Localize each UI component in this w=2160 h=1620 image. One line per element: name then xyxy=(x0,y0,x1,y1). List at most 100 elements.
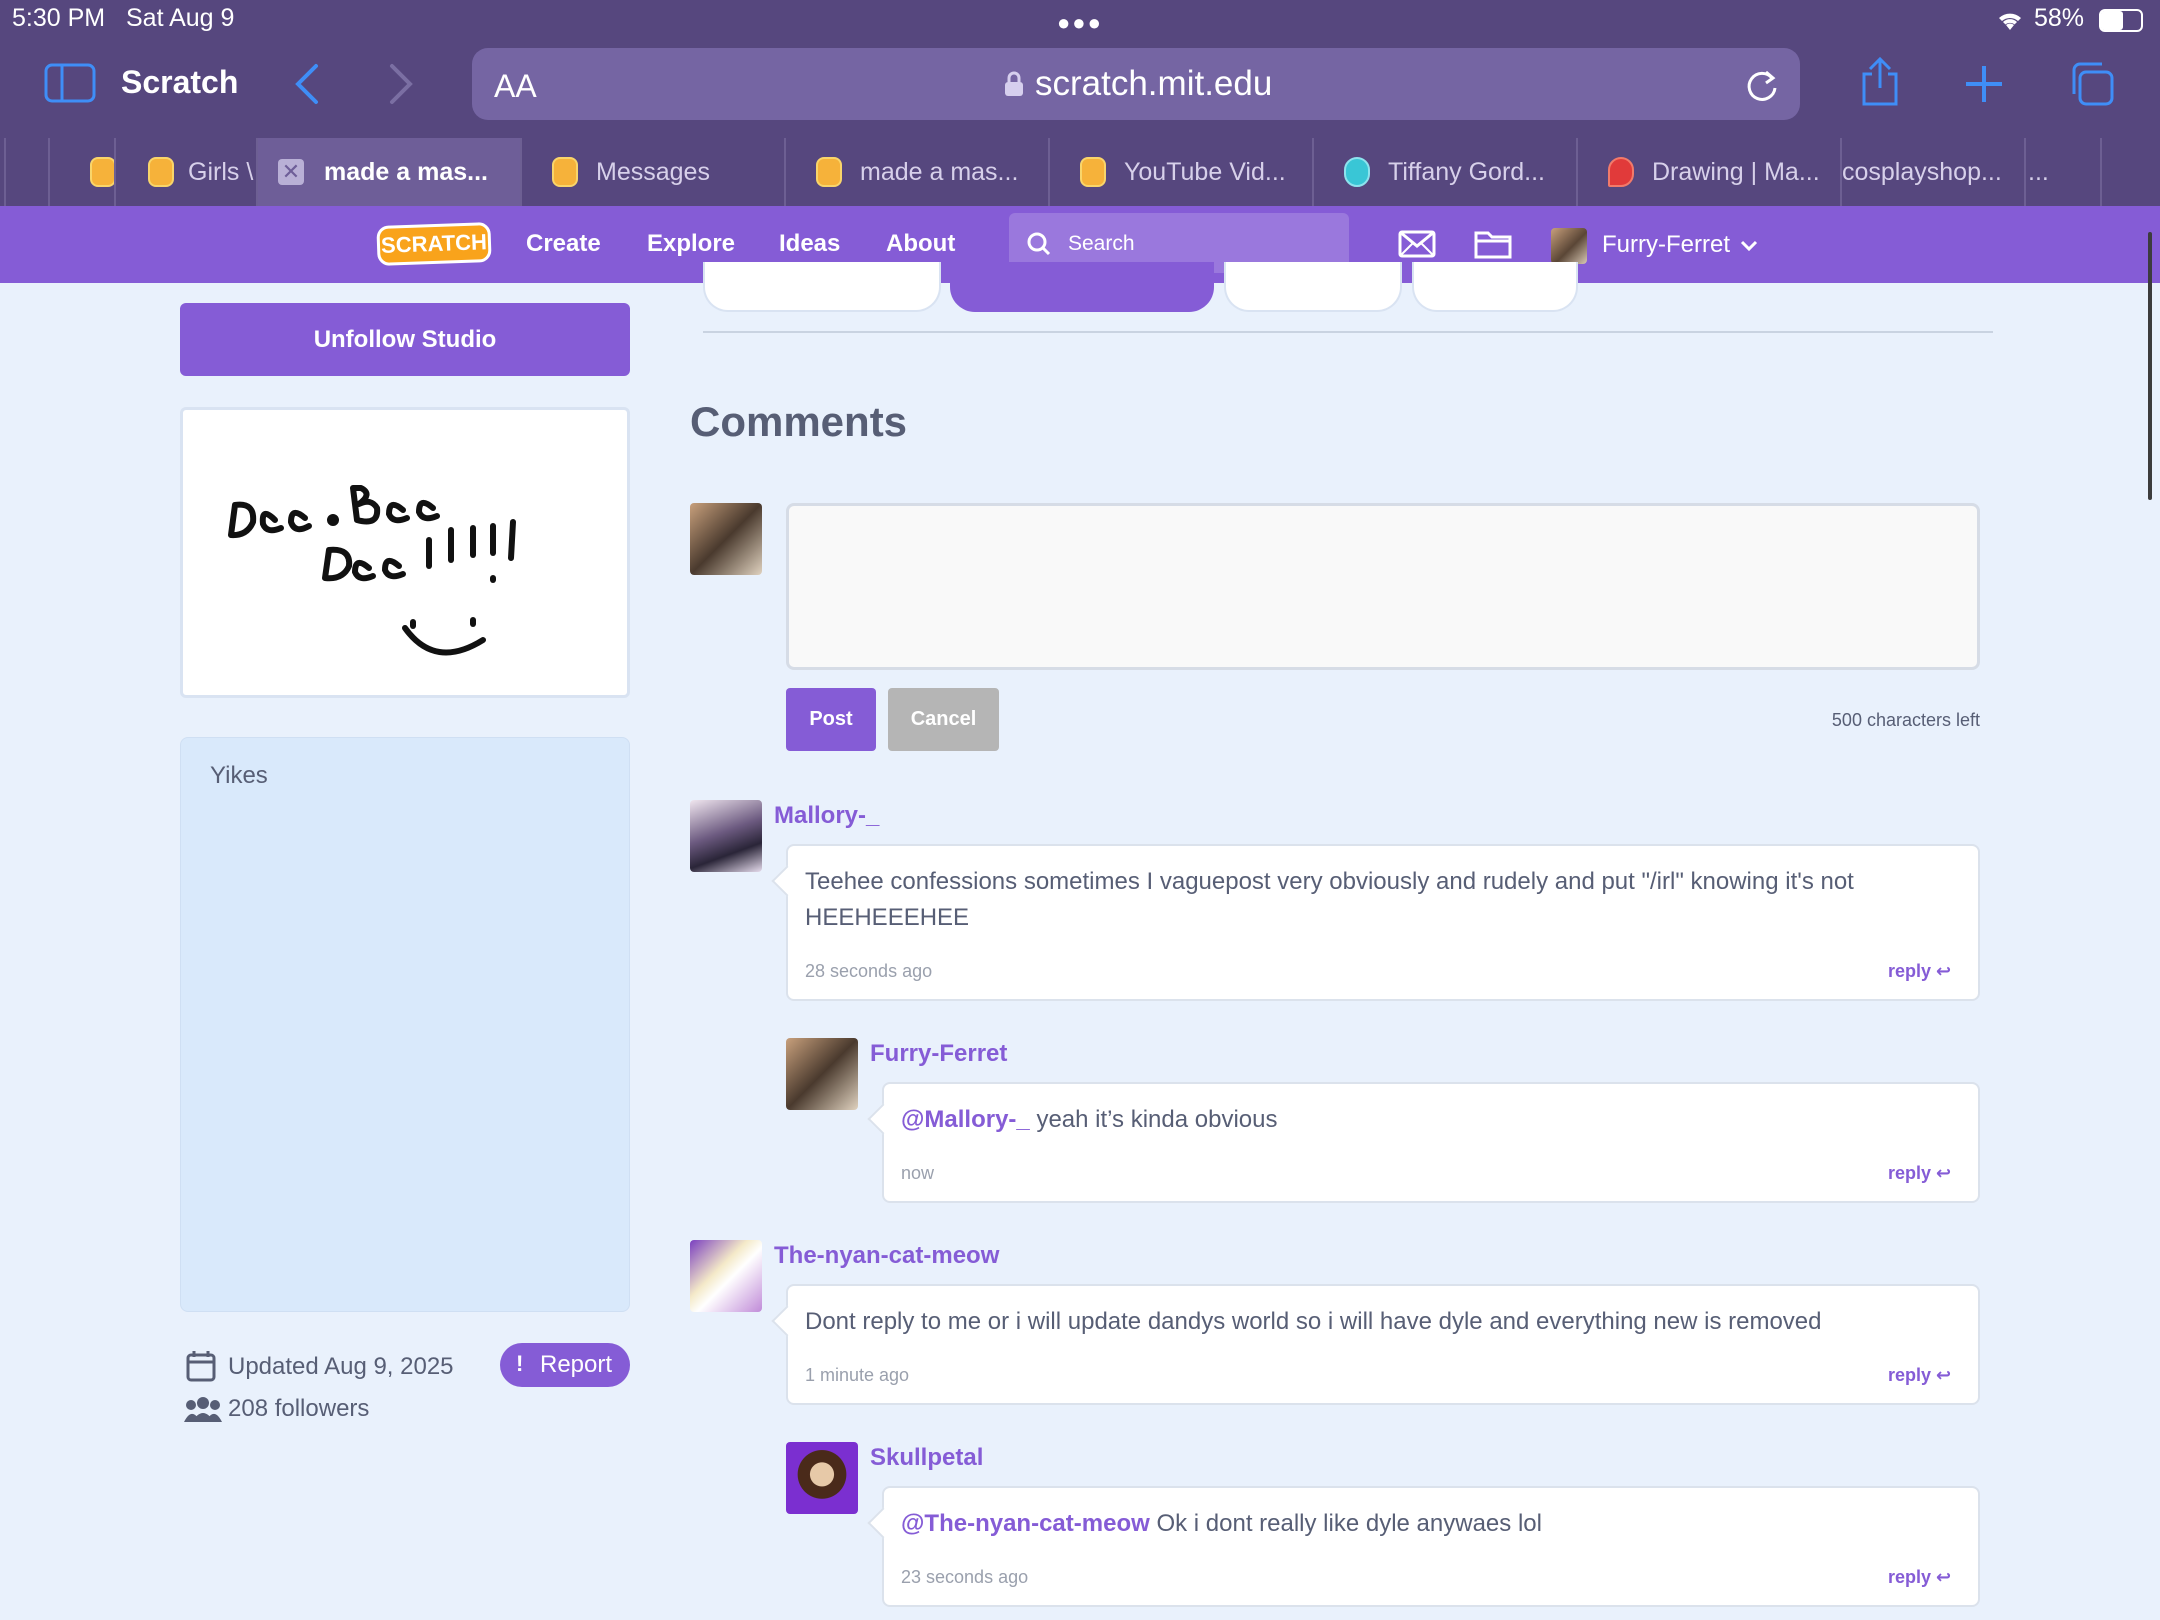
commenter-avatar[interactable] xyxy=(786,1038,858,1110)
comments-heading: Comments xyxy=(690,398,908,445)
tab-cosplayshop[interactable]: cosplayshop... xyxy=(1840,138,2024,206)
scratch-favicon-icon xyxy=(148,157,174,187)
comment-bubble xyxy=(786,1284,1980,1405)
reply-label: reply xyxy=(1888,1163,1932,1183)
scratch-favicon-icon xyxy=(816,157,842,187)
comment-time: 23 seconds ago xyxy=(901,1567,1029,1587)
tab-label: ... xyxy=(2028,157,2049,186)
scrollbar[interactable] xyxy=(2148,232,2152,500)
comment-body: Ok i dont really like dyle anywaes lol xyxy=(1156,1510,1542,1537)
tab-drawing[interactable]: Drawing | Ma... xyxy=(1576,138,1840,206)
user-avatar[interactable] xyxy=(1551,228,1587,264)
tab-overflow[interactable] xyxy=(2100,138,2160,206)
tab-label: cosplayshop... xyxy=(1842,157,2002,186)
messages-icon[interactable] xyxy=(1398,230,1436,258)
url-text[interactable]: scratch.mit.edu xyxy=(1035,64,1272,104)
cancel-button[interactable]: Cancel xyxy=(888,688,999,751)
tab-curators[interactable] xyxy=(1224,262,1402,312)
nav-ideas[interactable]: Ideas xyxy=(779,230,840,258)
tab-group-title[interactable]: Scratch xyxy=(121,64,238,101)
tab-label: Girls \ xyxy=(188,157,254,186)
report-label: Report xyxy=(540,1351,613,1378)
share-icon[interactable] xyxy=(1858,56,1902,108)
reply-button[interactable]: reply ↩ xyxy=(1888,1163,1951,1184)
updated-date: Updated Aug 9, 2025 xyxy=(228,1353,454,1380)
status-date: Sat Aug 9 xyxy=(126,4,235,32)
calendar-icon xyxy=(186,1351,216,1382)
scratch-favicon-icon xyxy=(1080,157,1106,187)
tab-activity[interactable] xyxy=(1412,262,1578,312)
new-tab-icon[interactable] xyxy=(1964,64,2004,104)
comment-mention[interactable]: @Mallory-_ xyxy=(901,1106,1030,1133)
chevron-down-icon[interactable] xyxy=(1740,240,1758,252)
my-stuff-folder-icon[interactable] xyxy=(1474,227,1512,259)
tab-more[interactable]: ... xyxy=(2024,138,2100,206)
sidebar-toggle-icon[interactable] xyxy=(44,63,96,103)
tab-youtube[interactable]: YouTube Vid... xyxy=(1048,138,1312,206)
tab-label: Drawing | Ma... xyxy=(1652,157,1820,186)
tab-comments[interactable] xyxy=(950,262,1214,312)
tab-messages[interactable]: Messages xyxy=(520,138,784,206)
close-tab-icon[interactable]: ✕ xyxy=(278,159,304,185)
comment-time: 28 seconds ago xyxy=(805,961,933,981)
reply-arrow-icon: ↩ xyxy=(1936,1163,1952,1183)
studio-thumbnail-drawing xyxy=(228,485,516,656)
comment-username[interactable]: Furry-Ferret xyxy=(870,1040,1007,1068)
lock-icon xyxy=(1005,71,1023,96)
reply-label: reply xyxy=(1888,1365,1932,1385)
tab-girls[interactable]: Girls \ xyxy=(114,138,256,206)
reload-icon[interactable] xyxy=(1744,66,1780,104)
reply-label: reply xyxy=(1888,1567,1932,1587)
forward-icon[interactable] xyxy=(386,62,416,106)
reply-arrow-icon: ↩ xyxy=(1936,1365,1952,1385)
comment-time: now xyxy=(901,1163,935,1183)
studio-thumbnail xyxy=(180,407,630,698)
scratch-logo[interactable]: SCRATCH xyxy=(376,222,492,266)
reply-arrow-icon: ↩ xyxy=(1936,1567,1952,1587)
tab-label: Tiffany Gord... xyxy=(1388,157,1546,186)
scratch-favicon-icon xyxy=(90,157,114,187)
text-size-button[interactable]: AA xyxy=(494,68,537,105)
tabs-divider xyxy=(703,331,1993,333)
reply-button[interactable]: reply ↩ xyxy=(1888,1567,1951,1588)
commenter-avatar[interactable] xyxy=(690,1240,762,1312)
comment-text: @The-nyan-cat-meow Ok i dont really like… xyxy=(901,1506,1951,1542)
report-flag-icon: ! xyxy=(516,1351,524,1376)
commenter-avatar[interactable] xyxy=(786,1442,858,1514)
unfollow-studio-button[interactable]: Unfollow Studio xyxy=(180,303,630,376)
comment-username[interactable]: The-nyan-cat-meow xyxy=(774,1242,999,1270)
status-time: 5:30 PM xyxy=(12,4,106,32)
search-input[interactable]: Search xyxy=(1068,232,1135,256)
comment-bubble xyxy=(882,1486,1980,1607)
comment-mention[interactable]: @The-nyan-cat-meow xyxy=(901,1510,1150,1537)
reply-button[interactable]: reply ↩ xyxy=(1888,961,1951,982)
tab-label: YouTube Vid... xyxy=(1124,157,1286,186)
tab-label: made a mas... xyxy=(860,157,1019,186)
tab-projects[interactable] xyxy=(703,262,941,312)
comment-text: Teehee confessions sometimes I vaguepost… xyxy=(805,868,1854,931)
comment-textarea[interactable] xyxy=(786,503,1980,670)
nav-create[interactable]: Create xyxy=(526,230,601,258)
flame-favicon-icon xyxy=(1608,157,1634,187)
tab-tiffany[interactable]: Tiffany Gord... xyxy=(1312,138,1576,206)
comment-time: 1 minute ago xyxy=(805,1365,910,1385)
comment-text: @Mallory-_ yeah it’s kinda obvious xyxy=(901,1102,1951,1138)
tab-made-a-mas-active[interactable]: ✕ made a mas... xyxy=(256,138,520,206)
tab-scratch-pinned[interactable] xyxy=(48,138,114,206)
commenter-avatar[interactable] xyxy=(690,800,762,872)
nav-username[interactable]: Furry-Ferret xyxy=(1602,231,1730,259)
multitasking-dots-icon[interactable]: ●●● xyxy=(1057,10,1103,36)
characters-left: 500 characters left xyxy=(1831,710,1980,730)
comment-body: yeah it’s kinda obvious xyxy=(1036,1106,1278,1133)
tab-made-a-mas[interactable]: made a mas... xyxy=(784,138,1048,206)
comment-username[interactable]: Mallory-_ xyxy=(774,802,879,830)
nav-explore[interactable]: Explore xyxy=(647,230,735,258)
tab-overview-icon[interactable] xyxy=(2068,60,2116,108)
nav-about[interactable]: About xyxy=(886,230,955,258)
reply-button[interactable]: reply ↩ xyxy=(1888,1365,1951,1386)
post-button[interactable]: Post xyxy=(786,688,876,751)
comment-username[interactable]: Skullpetal xyxy=(870,1444,983,1472)
reply-arrow-icon: ↩ xyxy=(1936,961,1952,981)
back-icon[interactable] xyxy=(292,62,322,106)
tab-pinned-edge[interactable] xyxy=(4,138,48,206)
